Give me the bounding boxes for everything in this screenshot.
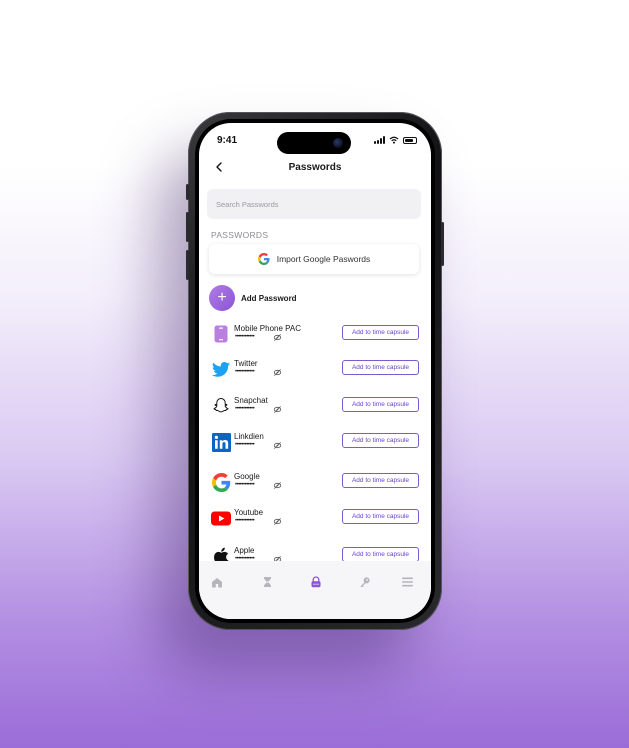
camera-icon bbox=[333, 138, 343, 148]
password-item-twitter[interactable]: Twitter •••••••••••• Add to time capsule bbox=[211, 359, 419, 383]
phone-bezel: 9:41 Passwords Search Passwords PASSWORD… bbox=[195, 119, 435, 623]
masked-password: •••••••••••• bbox=[235, 406, 255, 412]
search-input[interactable] bbox=[207, 189, 421, 219]
status-icons bbox=[374, 136, 417, 144]
password-name: Linkdien bbox=[234, 432, 264, 441]
phone-mute-switch bbox=[186, 184, 189, 200]
eye-off-icon[interactable] bbox=[273, 405, 282, 414]
eye-off-icon[interactable] bbox=[273, 333, 282, 342]
signal-icon bbox=[374, 136, 385, 144]
add-to-time-capsule-button[interactable]: Add to time capsule bbox=[342, 433, 419, 448]
hourglass-icon bbox=[263, 577, 271, 587]
lock-icon bbox=[311, 576, 321, 588]
google-icon bbox=[211, 472, 231, 492]
home-icon bbox=[212, 577, 222, 587]
masked-password: •••••••••••• bbox=[235, 442, 255, 448]
add-to-time-capsule-button[interactable]: Add to time capsule bbox=[342, 397, 419, 412]
linkedin-icon bbox=[211, 432, 231, 452]
password-item-youtube[interactable]: Youtube •••••••••••• Add to time capsule bbox=[211, 508, 419, 532]
page-title: Passwords bbox=[288, 162, 342, 173]
bottom-tab-bar bbox=[199, 561, 431, 619]
phone-icon bbox=[211, 324, 231, 344]
add-password-button[interactable]: + Add Password bbox=[209, 285, 297, 311]
password-name: Apple bbox=[234, 546, 255, 555]
add-to-time-capsule-button[interactable]: Add to time capsule bbox=[342, 473, 419, 488]
tab-keys[interactable] bbox=[358, 575, 372, 589]
masked-password: •••••••••••• bbox=[235, 482, 255, 488]
plus-icon: + bbox=[209, 285, 235, 311]
add-to-time-capsule-button[interactable]: Add to time capsule bbox=[342, 509, 419, 524]
password-item-linkedin[interactable]: Linkdien •••••••••••• Add to time capsul… bbox=[211, 432, 419, 456]
eye-off-icon[interactable] bbox=[273, 368, 282, 377]
youtube-icon bbox=[211, 508, 231, 528]
google-icon bbox=[257, 253, 270, 265]
masked-password: •••••••••••• bbox=[235, 369, 255, 375]
menu-icon bbox=[401, 577, 413, 587]
import-google-passwords-button[interactable]: Import Google Paswords bbox=[209, 244, 419, 274]
password-name: Mobile Phone PAC bbox=[234, 324, 301, 333]
tab-passwords[interactable] bbox=[309, 575, 323, 589]
snapchat-icon bbox=[211, 396, 231, 416]
battery-icon bbox=[403, 136, 417, 144]
dynamic-island bbox=[277, 132, 351, 154]
status-time: 9:41 bbox=[217, 135, 238, 146]
twitter-icon bbox=[211, 359, 231, 379]
phone-volume-up bbox=[186, 212, 189, 242]
eye-off-icon[interactable] bbox=[273, 481, 282, 490]
password-name: Youtube bbox=[234, 508, 264, 517]
phone-power-button bbox=[441, 222, 444, 266]
phone-volume-down bbox=[186, 250, 189, 280]
password-item-google[interactable]: Google •••••••••••• Add to time capsule bbox=[211, 472, 419, 496]
tab-time-capsule[interactable] bbox=[260, 575, 274, 589]
masked-password: •••••••••••• bbox=[235, 518, 255, 524]
eye-off-icon[interactable] bbox=[273, 441, 282, 450]
add-to-time-capsule-button[interactable]: Add to time capsule bbox=[342, 360, 419, 375]
masked-password: •••••••••••• bbox=[235, 334, 255, 340]
add-to-time-capsule-button[interactable]: Add to time capsule bbox=[342, 325, 419, 340]
background: 9:41 Passwords Search Passwords PASSWORD… bbox=[0, 0, 629, 748]
eye-off-icon[interactable] bbox=[273, 517, 282, 526]
add-password-label: Add Password bbox=[241, 293, 297, 303]
tab-home[interactable] bbox=[210, 575, 224, 589]
add-to-time-capsule-button[interactable]: Add to time capsule bbox=[342, 547, 419, 562]
import-label: Import Google Paswords bbox=[276, 254, 371, 264]
password-name: Google bbox=[234, 472, 260, 481]
password-item-snapchat[interactable]: Snapchat •••••••••••• Add to time capsul… bbox=[211, 396, 419, 420]
key-icon bbox=[360, 577, 370, 588]
tab-menu[interactable] bbox=[400, 575, 414, 589]
password-item-mobile-phone-pac[interactable]: Mobile Phone PAC •••••••••••• Add to tim… bbox=[211, 324, 419, 348]
password-name: Twitter bbox=[234, 359, 258, 368]
password-name: Snapchat bbox=[234, 396, 268, 405]
phone-frame: 9:41 Passwords Search Passwords PASSWORD… bbox=[186, 112, 444, 630]
app-screen: 9:41 Passwords Search Passwords PASSWORD… bbox=[199, 123, 431, 619]
wifi-icon bbox=[389, 136, 399, 144]
section-label: PASSWORDS bbox=[211, 230, 269, 240]
